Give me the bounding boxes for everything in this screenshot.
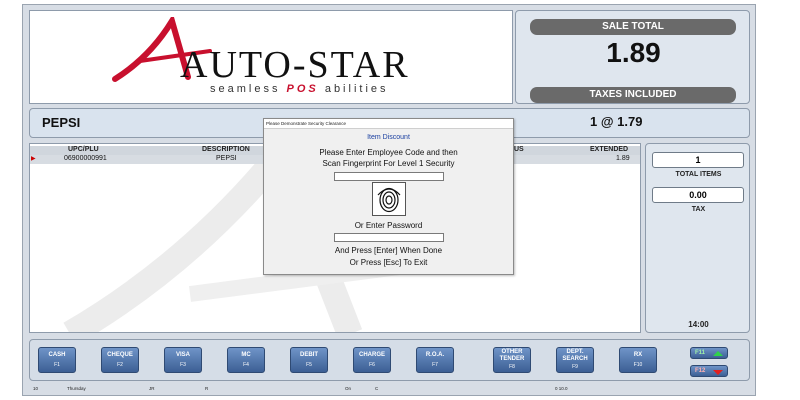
f11-up-button[interactable]: F11 bbox=[690, 347, 728, 359]
status-bar: 10 Thursday JR R On C 0 10.0 bbox=[29, 385, 750, 393]
security-clearance-dialog[interactable]: Please Demonstrate Security Clearance It… bbox=[263, 118, 514, 275]
status-flag: C bbox=[375, 386, 379, 391]
logo-tagline: seamless POS abilities bbox=[210, 83, 389, 95]
status-user: JR bbox=[149, 386, 155, 391]
logo-wordmark: AUTO-STAR bbox=[180, 44, 410, 86]
autostar-logo: AUTO-STAR bbox=[112, 17, 410, 86]
cash-button[interactable]: CASH F1 bbox=[38, 347, 76, 373]
dialog-title: Please Demonstrate Security Clearance bbox=[264, 119, 513, 129]
f12-down-button[interactable]: F12 bbox=[690, 365, 728, 377]
col-upc-header: UPC/PLU bbox=[68, 146, 99, 153]
employee-code-input[interactable] bbox=[334, 172, 444, 181]
logo-panel: AUTO-STAR seamless POS abilities bbox=[29, 10, 513, 104]
row-selected-marker-icon: ▶ bbox=[31, 156, 36, 162]
sale-total-panel: SALE TOTAL 1.89 TAXES INCLUDED bbox=[515, 10, 750, 104]
status-version: 0 10.0 bbox=[555, 386, 568, 391]
arrow-up-icon bbox=[713, 351, 723, 356]
password-label: Or Enter Password bbox=[354, 221, 423, 230]
dialog-hint-enter: And Press [Enter] When Done bbox=[334, 246, 443, 255]
sale-total-amount: 1.89 bbox=[606, 37, 661, 68]
tax-value: 0.00 bbox=[652, 187, 744, 203]
function-key-bar: CASH F1 CHEQUE F2 VISA F3 MC F4 DEBIT F5 CHAR… bbox=[29, 339, 750, 381]
col-partial-header: US bbox=[514, 146, 524, 153]
status-mode: R bbox=[205, 386, 209, 391]
sale-total-label: SALE TOTAL bbox=[530, 19, 736, 35]
fingerprint-scanner-icon[interactable] bbox=[372, 182, 406, 216]
visa-button[interactable]: VISA F3 bbox=[164, 347, 202, 373]
password-input[interactable] bbox=[334, 233, 444, 242]
dialog-instruction-2: Scan Fingerprint For Level 1 Security bbox=[322, 159, 455, 168]
tax-label: TAX bbox=[691, 206, 706, 213]
taxes-included-label: TAXES INCLUDED bbox=[530, 87, 736, 103]
mc-button[interactable]: MC F4 bbox=[227, 347, 265, 373]
dialog-instruction-1: Please Enter Employee Code and then bbox=[319, 148, 458, 157]
status-online: On bbox=[345, 386, 352, 391]
row-extended: 1.89 bbox=[616, 155, 630, 162]
dept-search-button[interactable]: DEPT. SEARCH F9 bbox=[556, 347, 594, 373]
row-description: PEPSI bbox=[216, 155, 237, 162]
dialog-heading: Item Discount bbox=[367, 134, 410, 141]
arrow-down-icon bbox=[713, 370, 723, 375]
cheque-button[interactable]: CHEQUE F2 bbox=[101, 347, 139, 373]
status-day: Thursday bbox=[67, 386, 86, 391]
clock: 14:00 bbox=[688, 320, 709, 329]
dialog-hint-esc: Or Press [Esc] To Exit bbox=[349, 258, 428, 267]
charge-button[interactable]: CHARGE F6 bbox=[353, 347, 391, 373]
col-description-header: DESCRIPTION bbox=[202, 146, 250, 153]
debit-button[interactable]: DEBIT F5 bbox=[290, 347, 328, 373]
roa-button[interactable]: R.O.A. F7 bbox=[416, 347, 454, 373]
rx-button[interactable]: RX F10 bbox=[619, 347, 657, 373]
row-upc: 06900000991 bbox=[64, 155, 107, 162]
status-terminal: 10 bbox=[33, 386, 39, 391]
current-item-name: PEPSI bbox=[42, 115, 81, 130]
total-items-value: 1 bbox=[652, 152, 744, 168]
col-extended-header: EXTENDED bbox=[590, 146, 629, 153]
current-item-qty-price: 1 @ 1.79 bbox=[590, 114, 643, 129]
other-tender-button[interactable]: OTHER TENDER F8 bbox=[493, 347, 531, 373]
total-items-label: TOTAL ITEMS bbox=[675, 171, 722, 178]
totals-panel: 1 TOTAL ITEMS 0.00 TAX 14:00 bbox=[645, 143, 750, 333]
